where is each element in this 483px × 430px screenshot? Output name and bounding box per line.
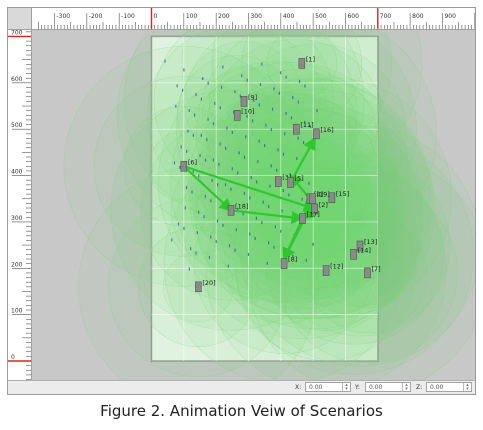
node-label: [18]: [235, 202, 248, 210]
scene-canvas[interactable]: [1][2][3][4][5][6][7][8][9][10][11][12][…: [32, 30, 475, 380]
horizontal-ruler-ticks: -300 -200 -100 0 100 200 300 400 500 600 700 800 900…: [38, 8, 475, 29]
node-label: [1]: [306, 55, 315, 63]
x-ruler-label-9: 600: [347, 13, 359, 20]
y-ruler-label-7: 0: [11, 354, 15, 361]
node-icon: [293, 123, 300, 135]
y-ruler-label-3: 400: [11, 169, 23, 176]
node-label: [11]: [300, 121, 313, 129]
x-coord-label: X:: [295, 384, 302, 391]
node-icon: [240, 96, 248, 107]
x-ruler-label-7: 400: [283, 13, 295, 20]
x-spin-icon[interactable]: ▴ ▾: [342, 383, 350, 392]
node-icon: [350, 249, 357, 260]
y-ruler-label-5: 200: [11, 261, 23, 268]
z-coord-field[interactable]: 0.00 ▴ ▾: [426, 382, 472, 392]
node-label: [20]: [202, 279, 215, 287]
node-label: [13]: [364, 238, 377, 246]
y-spin-icon[interactable]: ▴ ▾: [402, 383, 410, 392]
horizontal-ruler: -300 -200 -100 0 100 200 300 400 500 600 700 800 900…: [32, 8, 475, 30]
node-label: [7]: [371, 265, 380, 273]
z-spin-icon[interactable]: ▴ ▾: [463, 383, 471, 392]
x-ruler-label-3: 0: [154, 13, 158, 20]
z-coord-label: Z:: [416, 384, 423, 391]
node-icon: [280, 258, 288, 269]
animation-viewport[interactable]: [1] [2] [3] [4] [5] [6] [7] [8] [9] [10] [11] [12][…: [32, 30, 475, 380]
x-ruler-label-8: 500: [315, 13, 327, 20]
node-label: [5]: [295, 175, 304, 183]
node-icon: [298, 58, 306, 69]
node-label: [8]: [288, 256, 297, 264]
x-coord-field[interactable]: 0.00 ▴ ▾: [305, 382, 351, 392]
node-icon: [313, 128, 320, 140]
y-coord-value: 0.00: [369, 384, 383, 391]
y-ruler-label-6: 100: [11, 308, 23, 315]
x-ruler-label-2: -100: [121, 13, 135, 20]
ruler-corner: [8, 8, 32, 30]
x-ruler-label-0: -300: [57, 13, 71, 20]
node-icon: [180, 161, 188, 172]
x-ruler-label-5: 200: [218, 13, 230, 20]
y-ruler-label-4: 300: [11, 215, 23, 222]
node-label: [2]: [319, 201, 328, 209]
x-ruler-label-6: 300: [250, 13, 262, 20]
vertical-ruler: 700 600 500 400 300 200 100 0: [8, 30, 32, 380]
node-label: [6]: [188, 158, 197, 166]
figure-caption: Figure 2. Animation Veiw of Scenarios: [100, 402, 383, 420]
vertical-ruler-ticks: 700 600 500 400 300 200 100 0: [8, 30, 31, 380]
node-icon: [287, 177, 294, 188]
y-coord-label: Y:: [355, 384, 360, 391]
node-label: [19]: [317, 191, 330, 199]
node-icon: [274, 176, 282, 187]
y-ruler-label-2: 500: [11, 122, 23, 129]
status-bar: X: 0.00 ▴ ▾ Y: 0.00 ▴ ▾ Z: 0.00 ▴ ▾: [8, 380, 475, 394]
node-label: [17]: [306, 211, 319, 219]
y-coord-field[interactable]: 0.00 ▴ ▾: [365, 382, 411, 392]
node-icon: [309, 193, 316, 204]
z-coord-value: 0.00: [430, 384, 444, 391]
x-ruler-label-11: 800: [412, 13, 424, 20]
y-ruler-label-0: 700: [11, 30, 23, 36]
node-icon: [364, 267, 371, 279]
node-label: [10]: [241, 107, 254, 115]
x-ruler-label-4: 100: [186, 13, 198, 20]
node-icon: [233, 110, 241, 121]
node-icon: [299, 213, 306, 224]
animation-window: -300 -200 -100 0 100 200 300 400 500 600 700 800 900…: [7, 7, 476, 395]
x-ruler-label-12: 900: [444, 13, 456, 20]
node-label: [14]: [358, 246, 371, 254]
node-icon: [227, 205, 235, 216]
x-ruler-label-10: 700: [380, 13, 392, 20]
x-ruler-label-1: -200: [89, 13, 103, 20]
x-coord-value: 0.00: [309, 384, 323, 391]
y-ruler-label-1: 600: [11, 76, 23, 83]
node-label: [12]: [330, 263, 343, 271]
node-icon: [195, 281, 202, 293]
node-label: [15]: [336, 190, 349, 198]
node-label: [9]: [248, 93, 257, 101]
node-icon: [322, 265, 330, 276]
node-label: [16]: [320, 126, 333, 134]
